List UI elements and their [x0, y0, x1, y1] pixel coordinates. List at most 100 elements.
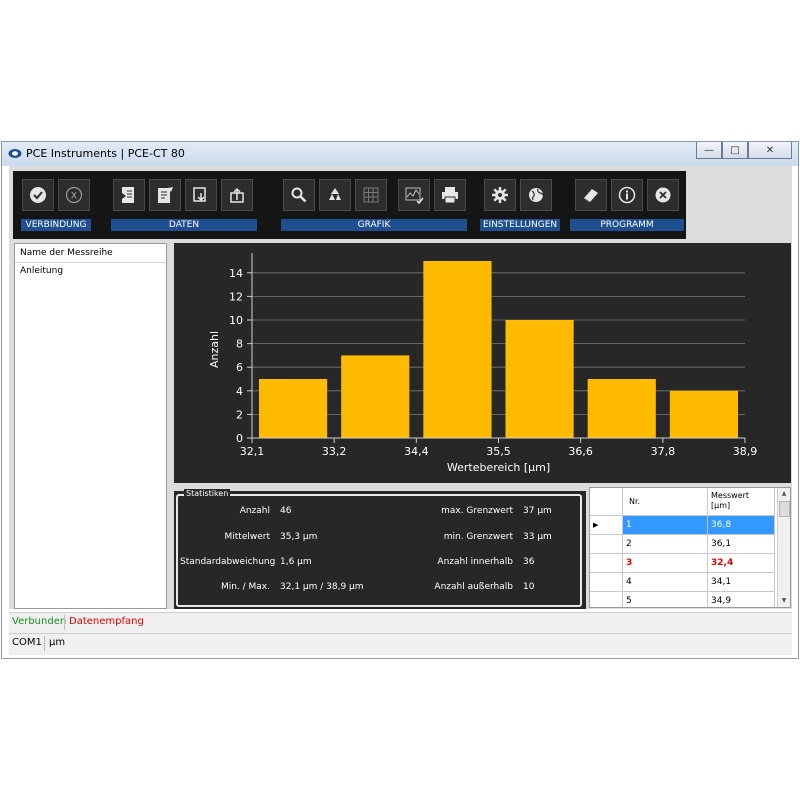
- row-nr: 1: [623, 516, 708, 535]
- minimize-button[interactable]: —: [696, 142, 722, 159]
- scroll-thumb[interactable]: [779, 501, 790, 517]
- status-unit: µm: [49, 637, 66, 648]
- column-header-nr[interactable]: Nr.: [623, 488, 708, 516]
- status-receiving: Datenempfang: [69, 616, 144, 627]
- row-header: [590, 592, 623, 607]
- x-circle-icon: X: [65, 186, 83, 204]
- histogram-bar: [341, 355, 410, 438]
- info-button[interactable]: [611, 179, 643, 211]
- manual-button[interactable]: [575, 179, 607, 211]
- edit-document-icon: [158, 187, 173, 203]
- settings-button[interactable]: [484, 179, 516, 211]
- stat-label: Anzahl außerhalb: [434, 582, 513, 592]
- svg-text:X: X: [71, 192, 77, 202]
- row-value: 34,9: [708, 592, 775, 607]
- stat-value: 37 µm: [523, 506, 552, 516]
- histogram-bar: [259, 379, 328, 438]
- table-row[interactable]: 4 34,1: [590, 573, 775, 592]
- stat-label: Standardabweichung: [180, 557, 276, 567]
- row-value: 34,1: [708, 573, 775, 592]
- x-tick-label: 38,9: [733, 445, 758, 458]
- column-header-value[interactable]: Messwert [µm]: [708, 488, 775, 516]
- y-tick-label: 4: [236, 385, 243, 398]
- histogram-bar: [423, 261, 492, 438]
- disconnect-button[interactable]: X: [58, 179, 90, 211]
- graph-check-icon: [405, 187, 424, 205]
- histogram-bar: [587, 379, 656, 438]
- row-value: 36,8: [708, 516, 775, 535]
- save-button[interactable]: [185, 179, 217, 211]
- title-bar: PCE Instruments | PCE-CT 80 — □ ✕: [2, 142, 798, 166]
- row-nr: 4: [623, 573, 708, 592]
- stat-label: Anzahl innerhalb: [437, 557, 513, 567]
- y-tick-label: 14: [229, 267, 243, 280]
- table-scrollbar[interactable]: ▲ ▼: [777, 488, 790, 607]
- export-button[interactable]: [113, 179, 145, 211]
- x-tick-label: 34,4: [404, 445, 429, 458]
- statistics-frame: Statistiken Anzahl 46 Mittelwert 35,3 µm…: [176, 489, 582, 607]
- scroll-up-button[interactable]: ▲: [778, 488, 790, 500]
- row-nr-out-of-range: 3: [623, 554, 708, 573]
- print-button[interactable]: [434, 179, 466, 211]
- table-row[interactable]: 2 36,1: [590, 535, 775, 554]
- histogram-chart: 0 2 4 6 8 10 12 14 32,1 33,2 34,4 35,5 36,6 37,8 38,9 W…: [208, 253, 758, 474]
- histogram-bar: [505, 320, 574, 438]
- check-icon: [30, 187, 46, 203]
- row-value: 36,1: [708, 535, 775, 554]
- x-tick-label: 32,1: [240, 445, 265, 458]
- language-button[interactable]: [520, 179, 552, 211]
- selected-row-marker: ▶: [590, 516, 623, 535]
- export-icon: [122, 187, 134, 203]
- row-header-corner: [590, 488, 623, 516]
- stat-value: 35,3 µm: [280, 532, 318, 542]
- measurement-table: Nr. Messwert [µm] ▶ 1 36,8 2 36,1 3 32,4: [589, 487, 791, 608]
- y-axis-title: Anzahl: [208, 331, 221, 368]
- close-icon: [655, 187, 671, 203]
- stat-value: 36: [523, 557, 535, 567]
- row-value-out-of-range: 32,4: [708, 554, 775, 573]
- open-icon: [230, 187, 244, 203]
- main-content: X VERBINDUNG DATEN GRAFIK EINSTELLUNGEN …: [9, 166, 792, 609]
- y-tick-label: 12: [229, 290, 243, 303]
- book-icon: [583, 189, 598, 203]
- table-row[interactable]: ▶ 1 36,8: [590, 516, 775, 535]
- zoom-button[interactable]: [283, 179, 315, 211]
- row-header: [590, 573, 623, 592]
- column-header-value-unit: [µm]: [711, 501, 731, 510]
- series-list-header: Name der Messreihe: [15, 244, 166, 263]
- recycle-icon: [329, 188, 341, 200]
- gear-icon: [492, 187, 508, 203]
- group-label-grafik: GRAFIK: [281, 219, 467, 231]
- stat-label: Min. / Max.: [220, 582, 270, 592]
- group-label-einstellungen: EINSTELLUNGEN: [480, 219, 560, 231]
- series-list-panel: Name der Messreihe Anleitung: [14, 243, 167, 609]
- statistics-panel: Statistiken Anzahl 46 Mittelwert 35,3 µm…: [174, 489, 586, 609]
- grid-button[interactable]: [355, 179, 387, 211]
- graph-settings-button[interactable]: [398, 179, 430, 211]
- group-label-verbindung: VERBINDUNG: [21, 219, 91, 231]
- column-header-value-label: Messwert: [711, 491, 750, 500]
- status-bar: Verbunden Datenempfang COM1 µm: [9, 612, 792, 655]
- app-window: PCE Instruments | PCE-CT 80 — □ ✕ X VERB…: [1, 141, 799, 659]
- status-connected: Verbunden: [12, 616, 67, 627]
- maximize-button[interactable]: □: [722, 142, 748, 159]
- table-row[interactable]: 5 34,9: [590, 592, 775, 607]
- exit-button[interactable]: [647, 179, 679, 211]
- list-item[interactable]: Anleitung: [15, 263, 166, 279]
- printer-icon: [442, 187, 458, 204]
- status-port: COM1: [12, 637, 42, 648]
- open-button[interactable]: [221, 179, 253, 211]
- histogram-bar: [669, 390, 738, 438]
- close-window-button[interactable]: ✕: [748, 142, 792, 159]
- stat-value: 32,1 µm / 38,9 µm: [280, 582, 364, 592]
- table-row[interactable]: 3 32,4: [590, 554, 775, 573]
- scroll-down-button[interactable]: ▼: [778, 595, 790, 607]
- statistics-legend: Statistiken: [184, 489, 231, 498]
- reset-button[interactable]: [319, 179, 351, 211]
- save-icon: [193, 187, 206, 202]
- edit-button[interactable]: [149, 179, 181, 211]
- connect-button[interactable]: [22, 179, 54, 211]
- y-tick-label: 10: [229, 314, 243, 327]
- stat-value: 33 µm: [523, 532, 552, 542]
- y-tick-label: 8: [236, 338, 243, 351]
